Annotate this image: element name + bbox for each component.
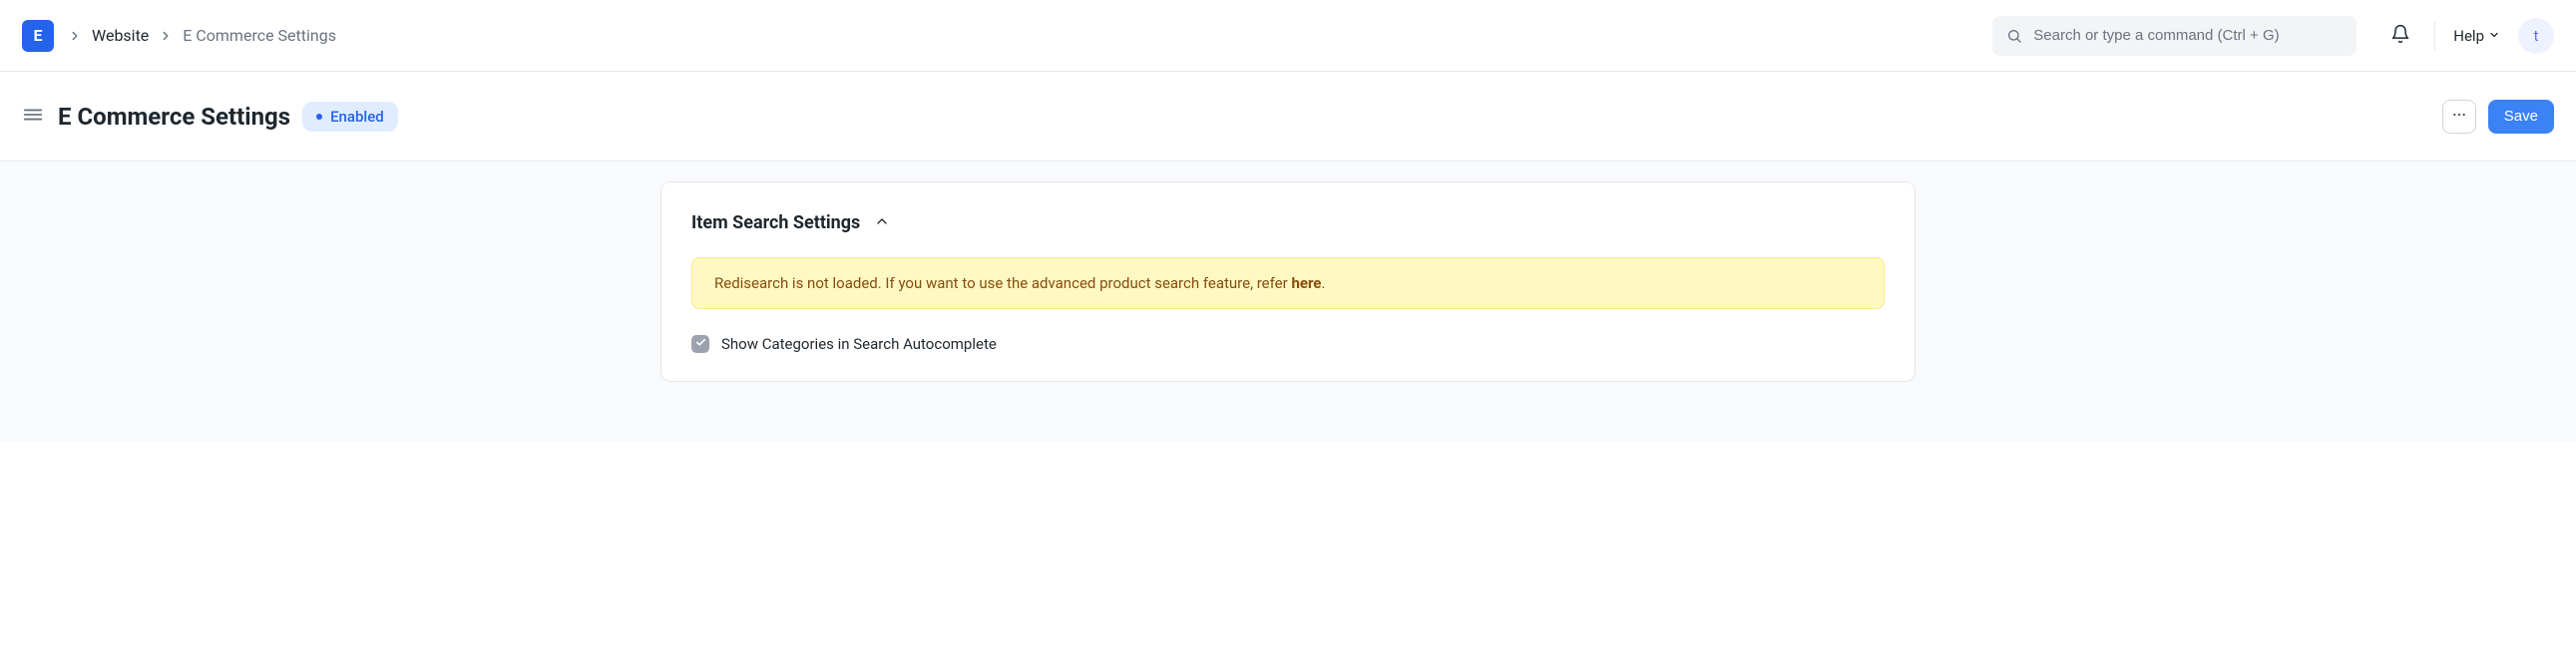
top-navbar: E Website E Commerce Settings Help <box>0 0 2576 72</box>
avatar-letter: t <box>2534 27 2539 45</box>
search-container <box>1992 16 2357 56</box>
notifications-button[interactable] <box>2384 20 2416 52</box>
user-avatar[interactable]: t <box>2518 18 2554 54</box>
show-categories-label[interactable]: Show Categories in Search Autocomplete <box>721 335 997 353</box>
bell-icon <box>2390 24 2410 48</box>
status-dot-icon <box>316 114 322 120</box>
nav-right: Help t <box>2384 18 2554 54</box>
more-actions-button[interactable] <box>2442 100 2476 134</box>
sidebar-toggle[interactable] <box>22 104 44 130</box>
search-icon <box>2006 28 2022 44</box>
help-dropdown[interactable]: Help <box>2453 27 2500 45</box>
chevron-up-icon <box>874 213 890 233</box>
divider <box>2434 22 2435 50</box>
app-logo-letter: E <box>34 26 43 45</box>
status-label: Enabled <box>330 108 384 126</box>
page-title: E Commerce Settings <box>58 103 290 131</box>
ellipsis-icon <box>2451 107 2467 127</box>
alert-link-here[interactable]: here <box>1291 274 1321 292</box>
app-logo[interactable]: E <box>22 20 54 52</box>
section-title: Item Search Settings <box>691 212 860 233</box>
status-badge[interactable]: Enabled <box>302 102 398 132</box>
page-header: E Commerce Settings Enabled Save <box>0 72 2576 162</box>
search-input[interactable] <box>1992 16 2357 56</box>
alert-text-before: Redisearch is not loaded. If you want to… <box>714 274 1291 292</box>
help-label: Help <box>2453 27 2484 45</box>
collapse-toggle[interactable] <box>874 213 890 233</box>
breadcrumb: Website E Commerce Settings <box>68 26 336 45</box>
main-content: Item Search Settings Redisearch is not l… <box>0 162 2576 442</box>
warning-alert: Redisearch is not loaded. If you want to… <box>691 257 1885 309</box>
chevron-right-icon <box>68 29 82 43</box>
section-header: Item Search Settings <box>691 212 1885 233</box>
menu-icon <box>22 104 44 130</box>
chevron-right-icon <box>159 29 173 43</box>
breadcrumb-current: E Commerce Settings <box>183 26 336 45</box>
settings-card: Item Search Settings Redisearch is not l… <box>660 181 1916 382</box>
alert-text-after: . <box>1321 274 1325 292</box>
breadcrumb-website[interactable]: Website <box>92 26 149 45</box>
save-button[interactable]: Save <box>2488 100 2554 134</box>
show-categories-checkbox[interactable] <box>691 335 709 353</box>
checkbox-row: Show Categories in Search Autocomplete <box>691 335 1885 353</box>
check-icon <box>695 336 706 352</box>
chevron-down-icon <box>2488 27 2500 45</box>
